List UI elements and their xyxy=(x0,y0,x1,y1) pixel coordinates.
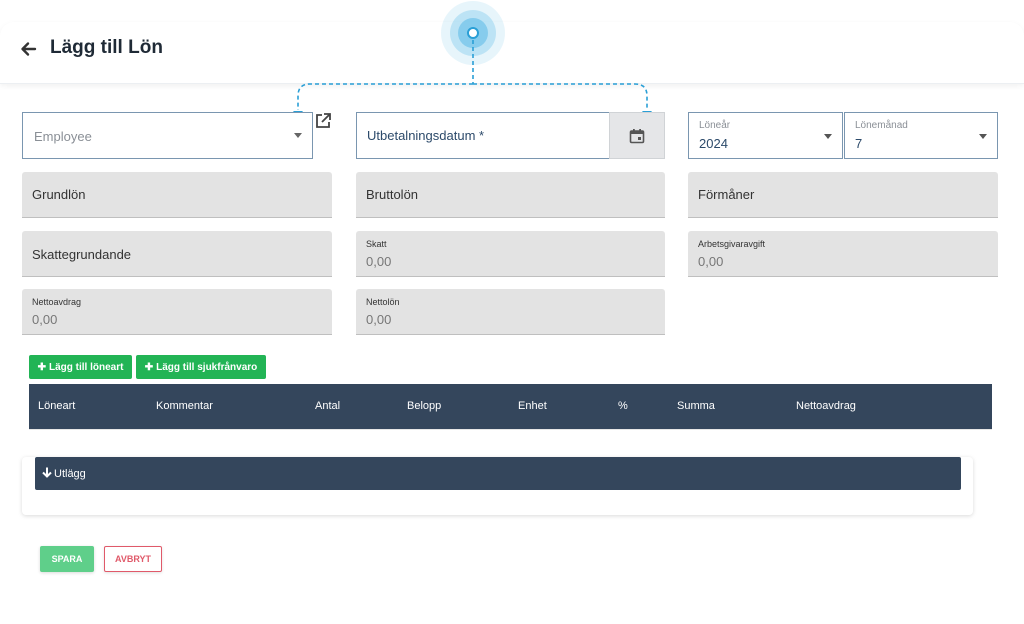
skatt-value: 0,00 xyxy=(366,254,392,269)
utlagg-label: Utlägg xyxy=(54,468,86,480)
arbetsgivaravgift-value: 0,00 xyxy=(698,254,724,269)
skattegrundande-label: Skattegrundande xyxy=(32,247,132,262)
save-button[interactable]: SPARA xyxy=(40,546,94,572)
table-divider xyxy=(29,429,992,430)
add-sjukfranvaro-button[interactable]: ✚ Lägg till sjukfrånvaro xyxy=(136,355,266,379)
column-header-belopp[interactable]: Belopp xyxy=(407,400,441,412)
salary-month-label: Lönemånad xyxy=(855,120,908,131)
employee-select[interactable]: Employee xyxy=(22,112,313,159)
calendar-icon xyxy=(629,129,645,144)
nettolon-label: Nettolön xyxy=(366,297,400,307)
chevron-down-icon xyxy=(979,134,987,139)
open-external-icon[interactable] xyxy=(313,111,333,131)
skattegrundande-field: Skattegrundande xyxy=(22,231,332,277)
chevron-down-icon xyxy=(294,133,302,138)
plus-icon: ✚ xyxy=(144,361,154,373)
column-header-summa[interactable]: Summa xyxy=(677,400,715,412)
arbetsgivaravgift-label: Arbetsgivaravgift xyxy=(698,239,766,249)
highlight-pulse-dot xyxy=(467,27,479,39)
chevron-down-icon xyxy=(824,134,832,139)
bruttolon-field: Bruttolön xyxy=(356,172,665,218)
nettolon-field: Nettolön 0,00 xyxy=(356,289,665,335)
salary-year-select[interactable]: Löneår 2024 xyxy=(688,112,843,159)
arrow-down-icon xyxy=(42,467,52,478)
utlagg-toggle[interactable]: Utlägg xyxy=(35,457,961,490)
formaner-label: Förmåner xyxy=(698,187,755,202)
employee-placeholder: Employee xyxy=(34,129,92,144)
column-header-antal[interactable]: Antal xyxy=(315,400,340,412)
column-header-percent[interactable]: % xyxy=(618,400,628,412)
arbetsgivaravgift-field: Arbetsgivaravgift 0,00 xyxy=(688,231,998,277)
formaner-field: Förmåner xyxy=(688,172,998,218)
column-header-loneart[interactable]: Löneart xyxy=(38,400,75,412)
nettoavdrag-label: Nettoavdrag xyxy=(32,297,82,307)
nettoavdrag-field: Nettoavdrag 0,00 xyxy=(22,289,332,335)
cancel-button[interactable]: AVBRYT xyxy=(104,546,162,572)
nettoavdrag-value: 0,00 xyxy=(32,312,58,327)
salary-month-select[interactable]: Lönemånad 7 xyxy=(844,112,998,159)
nettolon-value: 0,00 xyxy=(366,312,392,327)
payment-date-label: Utbetalningsdatum * xyxy=(367,128,485,143)
salary-year-value: 2024 xyxy=(699,136,728,151)
add-loneart-button[interactable]: ✚ Lägg till löneart xyxy=(29,355,132,379)
plus-icon: ✚ xyxy=(37,361,46,373)
column-header-nettoavdrag[interactable]: Nettoavdrag xyxy=(796,400,856,412)
payment-date-field[interactable]: Utbetalningsdatum * xyxy=(356,112,610,159)
column-header-kommentar[interactable]: Kommentar xyxy=(156,400,213,412)
skatt-field: Skatt 0,00 xyxy=(356,231,665,277)
back-arrow-icon[interactable] xyxy=(19,40,37,58)
skatt-label: Skatt xyxy=(366,239,387,249)
salary-items-table-header: Löneart Kommentar Antal Belopp Enhet % S… xyxy=(29,384,992,429)
page-title: Lägg till Lön xyxy=(50,37,163,58)
salary-year-label: Löneår xyxy=(699,120,731,131)
salary-month-value: 7 xyxy=(855,136,863,151)
column-header-enhet[interactable]: Enhet xyxy=(518,400,547,412)
grundlon-label: Grundlön xyxy=(32,187,86,202)
date-picker-button[interactable] xyxy=(609,112,665,159)
bruttolon-label: Bruttolön xyxy=(366,187,419,202)
add-loneart-label: Lägg till löneart xyxy=(48,361,124,373)
add-sjukfranvaro-label: Lägg till sjukfrånvaro xyxy=(156,361,258,373)
grundlon-field: Grundlön xyxy=(22,172,332,218)
